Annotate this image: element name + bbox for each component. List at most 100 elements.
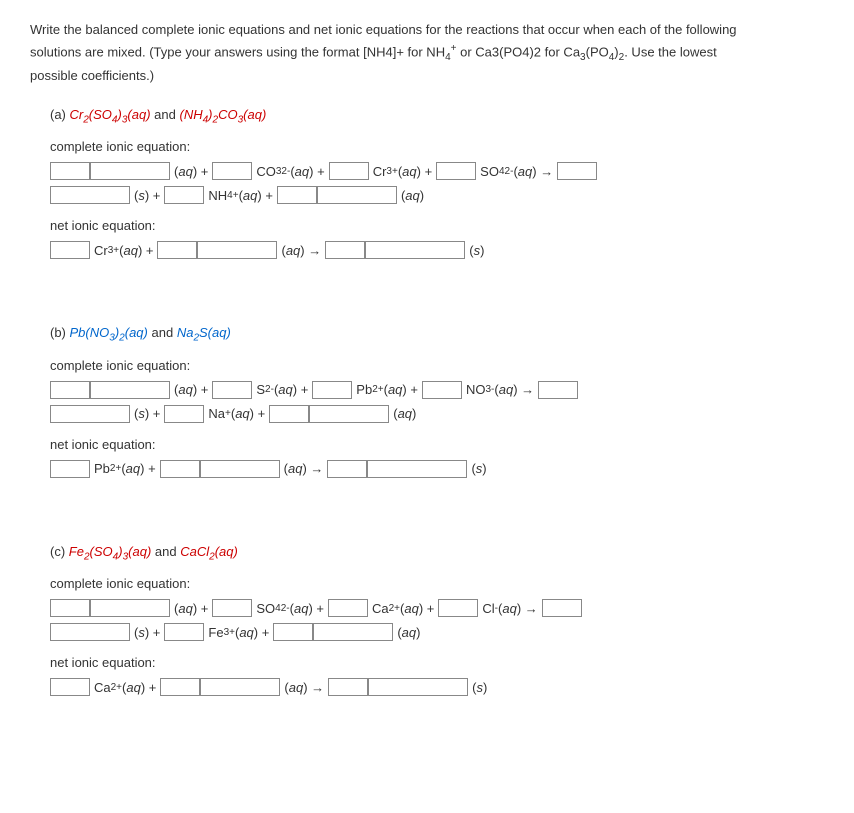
- part-a-complete-row1: (aq) + CO32-(aq) + Cr3+(aq) + SO42-(aq) …: [50, 162, 824, 180]
- input-coef[interactable]: [50, 381, 90, 399]
- pb2-label: Pb2+(aq) +: [94, 461, 156, 476]
- input-species[interactable]: [50, 623, 130, 641]
- input-coef[interactable]: [328, 678, 368, 696]
- input-coef[interactable]: [160, 460, 200, 478]
- cl-label: Cl-(aq) →: [482, 601, 537, 616]
- input-species[interactable]: [200, 460, 280, 478]
- input-species[interactable]: [50, 405, 130, 423]
- input-species[interactable]: [367, 460, 467, 478]
- part-b-compound1: Pb(NO3)2(aq): [70, 325, 148, 340]
- part-a-label: (a) Cr2(SO4)3(aq) and (NH4)2CO3(aq): [50, 107, 824, 126]
- instructions-line2-mid: or Ca3(PO4)2 for Ca: [457, 44, 581, 59]
- part-a-letter: (a): [50, 107, 66, 122]
- input-coef[interactable]: [312, 381, 352, 399]
- part-a-compound2: (NH4)2CO3(aq): [180, 107, 267, 122]
- s-label: (s): [469, 243, 484, 258]
- nh4-label: NH4+(aq) +: [208, 188, 273, 203]
- input-coef[interactable]: [50, 162, 90, 180]
- part-a-complete-row2: (s) + NH4+(aq) + (aq): [50, 186, 824, 204]
- so4-label: SO42-(aq) →: [480, 164, 553, 179]
- input-coef[interactable]: [164, 186, 204, 204]
- input-species[interactable]: [365, 241, 465, 259]
- aq-plus-label: (aq) +: [174, 164, 208, 179]
- no3-label: NO3-(aq) →: [466, 382, 534, 397]
- input-coef[interactable]: [422, 381, 462, 399]
- input-coef[interactable]: [160, 678, 200, 696]
- input-coef[interactable]: [557, 162, 597, 180]
- s2-label: S2-(aq) +: [256, 382, 308, 397]
- part-a-net-title: net ionic equation:: [50, 218, 824, 233]
- part-c-complete-row2: (s) + Fe3+(aq) + (aq): [50, 623, 824, 641]
- ca2-label: Ca2+(aq) +: [372, 601, 434, 616]
- s-plus-label: (s) +: [134, 625, 160, 640]
- input-species[interactable]: [50, 186, 130, 204]
- input-coef[interactable]: [50, 678, 90, 696]
- input-coef[interactable]: [438, 599, 478, 617]
- aq-label: (aq): [401, 188, 424, 203]
- instructions-line1: Write the balanced complete ionic equati…: [30, 22, 737, 37]
- aq-arrow-label: (aq) →: [284, 461, 324, 476]
- part-c-letter: (c): [50, 544, 65, 559]
- part-b-label: (b) Pb(NO3)2(aq) and Na2S(aq): [50, 325, 824, 344]
- input-coef[interactable]: [277, 186, 317, 204]
- part-b-complete-row1: (aq) + S2-(aq) + Pb2+(aq) + NO3-(aq) →: [50, 381, 824, 399]
- part-a-net-row: Cr3+(aq) + (aq) → (s): [50, 241, 824, 259]
- so4-label: SO42-(aq) +: [256, 601, 324, 616]
- part-c-compound2: CaCl2(aq): [180, 544, 238, 559]
- input-coef[interactable]: [50, 460, 90, 478]
- part-c-label: (c) Fe2(SO4)3(aq) and CaCl2(aq): [50, 544, 824, 563]
- instructions-line2-post: . Use the lowest: [624, 44, 717, 59]
- part-a-complete-title: complete ionic equation:: [50, 139, 824, 154]
- part-b-complete-title: complete ionic equation:: [50, 358, 824, 373]
- input-species[interactable]: [313, 623, 393, 641]
- input-species[interactable]: [200, 678, 280, 696]
- input-coef[interactable]: [164, 405, 204, 423]
- input-species[interactable]: [90, 381, 170, 399]
- fe3-label: Fe3+(aq) +: [208, 625, 269, 640]
- aq-arrow-label: (aq) →: [281, 243, 321, 258]
- input-coef[interactable]: [436, 162, 476, 180]
- input-coef[interactable]: [157, 241, 197, 259]
- input-coef[interactable]: [328, 599, 368, 617]
- part-a-and: and: [154, 107, 176, 122]
- part-b-net-title: net ionic equation:: [50, 437, 824, 452]
- part-c-compound1: Fe2(SO4)3(aq): [69, 544, 151, 559]
- input-species[interactable]: [368, 678, 468, 696]
- part-c-complete-title: complete ionic equation:: [50, 576, 824, 591]
- input-coef[interactable]: [269, 405, 309, 423]
- input-coef[interactable]: [212, 381, 252, 399]
- cr3-label: Cr3+(aq) +: [373, 164, 432, 179]
- part-b-letter: (b): [50, 325, 66, 340]
- input-coef[interactable]: [50, 241, 90, 259]
- input-species[interactable]: [317, 186, 397, 204]
- input-coef[interactable]: [325, 241, 365, 259]
- aq-plus-label: (aq) +: [174, 382, 208, 397]
- input-coef[interactable]: [212, 599, 252, 617]
- aq-plus-label: (aq) +: [174, 601, 208, 616]
- na-label: Na+(aq) +: [208, 406, 265, 421]
- aq-label: (aq): [393, 406, 416, 421]
- part-a-compound1: Cr2(SO4)3(aq): [70, 107, 151, 122]
- input-coef[interactable]: [50, 599, 90, 617]
- part-b-compound2: Na2S(aq): [177, 325, 231, 340]
- aq-label: (aq): [397, 625, 420, 640]
- input-species[interactable]: [197, 241, 277, 259]
- input-coef[interactable]: [538, 381, 578, 399]
- part-c-complete-row1: (aq) + SO42-(aq) + Ca2+(aq) + Cl-(aq) →: [50, 599, 824, 617]
- aq-arrow-label: (aq) →: [284, 680, 324, 695]
- input-coef[interactable]: [542, 599, 582, 617]
- input-coef[interactable]: [212, 162, 252, 180]
- input-species[interactable]: [90, 599, 170, 617]
- input-coef[interactable]: [164, 623, 204, 641]
- input-coef[interactable]: [273, 623, 313, 641]
- input-coef[interactable]: [327, 460, 367, 478]
- input-species[interactable]: [90, 162, 170, 180]
- part-b-and: and: [152, 325, 174, 340]
- s-plus-label: (s) +: [134, 406, 160, 421]
- pb2-label: Pb2+(aq) +: [356, 382, 418, 397]
- instructions: Write the balanced complete ionic equati…: [30, 20, 824, 87]
- input-species[interactable]: [309, 405, 389, 423]
- part-c-net-row: Ca2+(aq) + (aq) → (s): [50, 678, 824, 696]
- s-label: (s): [471, 461, 486, 476]
- input-coef[interactable]: [329, 162, 369, 180]
